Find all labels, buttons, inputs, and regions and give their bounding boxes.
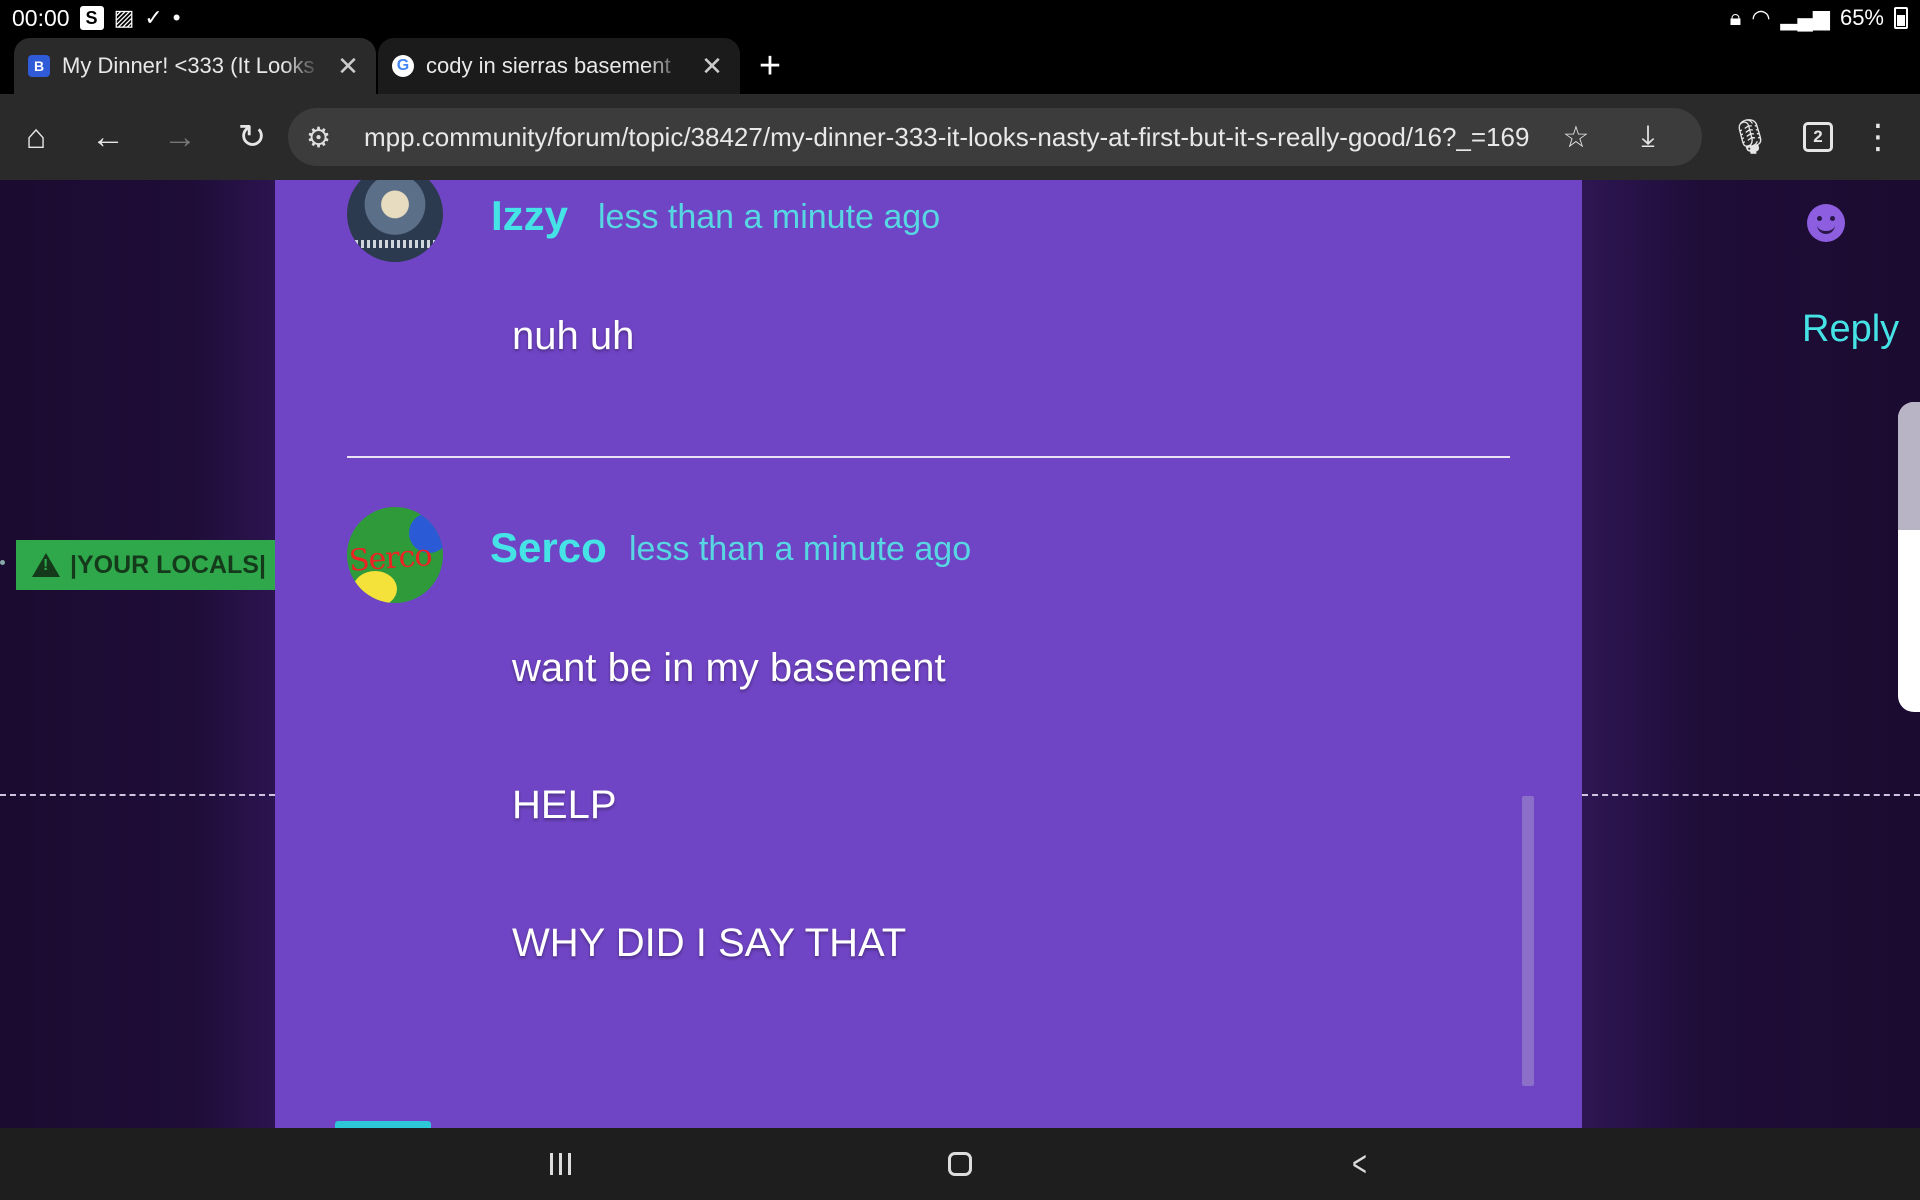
post-author[interactable]: Serco: [490, 524, 607, 572]
tab-title: My Dinner! <333 (It Looks Nasty At First…: [62, 53, 322, 78]
tab-count: 2: [1803, 122, 1833, 152]
divider: [0, 794, 275, 796]
post-line: want be in my basement: [512, 646, 946, 690]
back-chevron-icon: <: [1352, 1143, 1368, 1184]
close-icon[interactable]: ✕: [334, 51, 362, 82]
s-app-icon: S: [79, 6, 104, 30]
home-icon[interactable]: ⌂: [0, 101, 72, 173]
system-nav-bar: <: [0, 1128, 1920, 1200]
reply-button[interactable]: Reply: [1802, 308, 1899, 351]
lock-icon: 🔒︎: [1729, 5, 1742, 30]
page-content: |YOUR LOCALS| Izzy less than a minute ag…: [0, 180, 1920, 1128]
recents-button[interactable]: [530, 1134, 590, 1194]
site-settings-icon[interactable]: ⚙: [306, 121, 350, 154]
signal-icon: ▂▄▆: [1780, 5, 1830, 30]
more-menu-icon[interactable]: ⋮: [1842, 101, 1914, 173]
battery-icon: [1894, 7, 1908, 29]
avatar[interactable]: [347, 180, 443, 262]
url-text[interactable]: mpp.community/forum/topic/38427/my-dinne…: [364, 122, 1540, 153]
left-sidebar: [0, 180, 275, 1128]
tab-title: cody in sierras basement: [426, 53, 671, 78]
tab-strip: B My Dinner! <333 (It Looks Nasty At Fir…: [0, 36, 1920, 94]
divider: [1582, 794, 1920, 796]
microphone-icon[interactable]: 🎙︎: [1714, 101, 1786, 173]
avatar[interactable]: Serco: [347, 507, 443, 603]
reload-icon[interactable]: ↻: [216, 101, 288, 173]
avatar-text: Serco: [347, 538, 433, 579]
close-icon[interactable]: ✕: [698, 51, 726, 82]
smiley-icon[interactable]: [1807, 204, 1845, 242]
your-locals-badge[interactable]: |YOUR LOCALS|: [16, 540, 275, 590]
battery-level: 65%: [1839, 5, 1884, 30]
post-timestamp[interactable]: less than a minute ago: [598, 198, 940, 237]
post-line: nuh uh: [512, 314, 635, 358]
warning-icon: [32, 553, 60, 577]
dot: [0, 560, 5, 565]
home-button[interactable]: [930, 1134, 990, 1194]
tab-favicon-icon: B: [28, 55, 50, 77]
status-time: 00:00: [12, 4, 70, 31]
back-arrow-icon[interactable]: ←: [72, 101, 144, 173]
badge-label: |YOUR LOCALS|: [70, 550, 266, 579]
post-line: WHY DID I SAY THAT: [512, 921, 907, 965]
post-scrollbar[interactable]: [1522, 796, 1534, 1086]
post-line: HELP: [512, 783, 617, 827]
post-author[interactable]: Izzy: [491, 192, 568, 240]
forward-arrow-icon[interactable]: →: [144, 101, 216, 173]
new-tab-button[interactable]: +: [740, 38, 800, 94]
google-favicon-icon: G: [392, 55, 414, 77]
back-button[interactable]: <: [1330, 1134, 1390, 1194]
page-scrollbar[interactable]: [1898, 402, 1920, 712]
wifi-icon: ◠: [1751, 5, 1771, 30]
image-notification-icon: ▨: [113, 5, 135, 30]
tab-cody-search[interactable]: G cody in sierras basement ✕: [378, 38, 740, 94]
scrollbar-thumb[interactable]: [1898, 402, 1920, 530]
status-bar: 00:00 S ▨ ✓ • 🔒︎ ◠ ▂▄▆ 65%: [0, 0, 1920, 36]
address-bar[interactable]: ⚙ mpp.community/forum/topic/38427/my-din…: [288, 108, 1702, 166]
post-panel: Izzy less than a minute ago nuh uh Serco…: [275, 180, 1582, 1128]
recents-icon: [549, 1153, 571, 1175]
post-timestamp[interactable]: less than a minute ago: [629, 530, 971, 569]
bookmark-star-icon[interactable]: ☆: [1540, 120, 1612, 155]
download-icon[interactable]: ⤓: [1612, 120, 1684, 154]
home-square-icon: [948, 1152, 972, 1176]
composer-tab[interactable]: [335, 1121, 431, 1128]
more-notifications-dot-icon: •: [172, 5, 181, 30]
browser-toolbar: ⌂ ← → ↻ ⚙ mpp.community/forum/topic/3842…: [0, 94, 1920, 180]
post-separator: [347, 456, 1510, 458]
tab-my-dinner[interactable]: B My Dinner! <333 (It Looks Nasty At Fir…: [14, 38, 376, 94]
check-notification-icon: ✓: [144, 5, 163, 30]
